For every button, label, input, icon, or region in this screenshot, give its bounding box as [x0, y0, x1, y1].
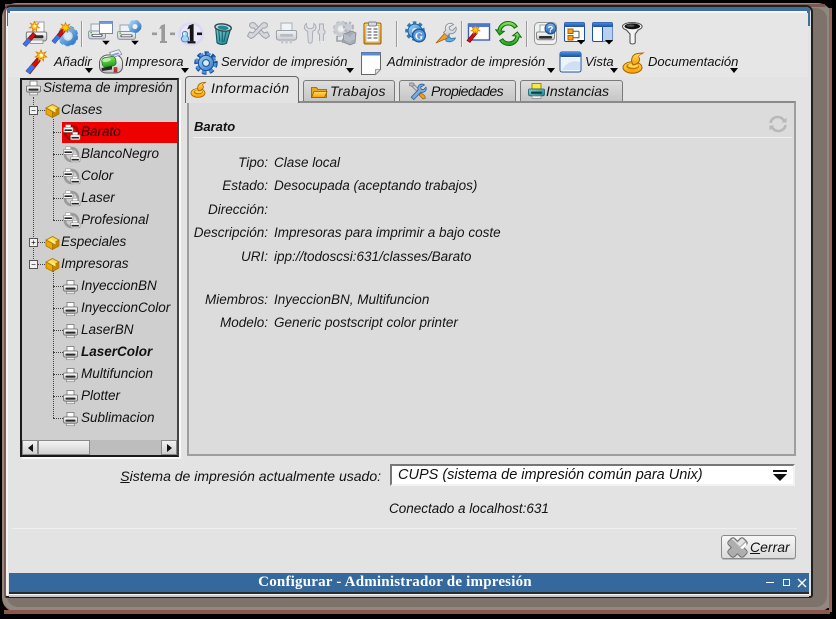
svg-text:?: ? — [548, 24, 554, 35]
svg-text:G: G — [415, 31, 423, 42]
